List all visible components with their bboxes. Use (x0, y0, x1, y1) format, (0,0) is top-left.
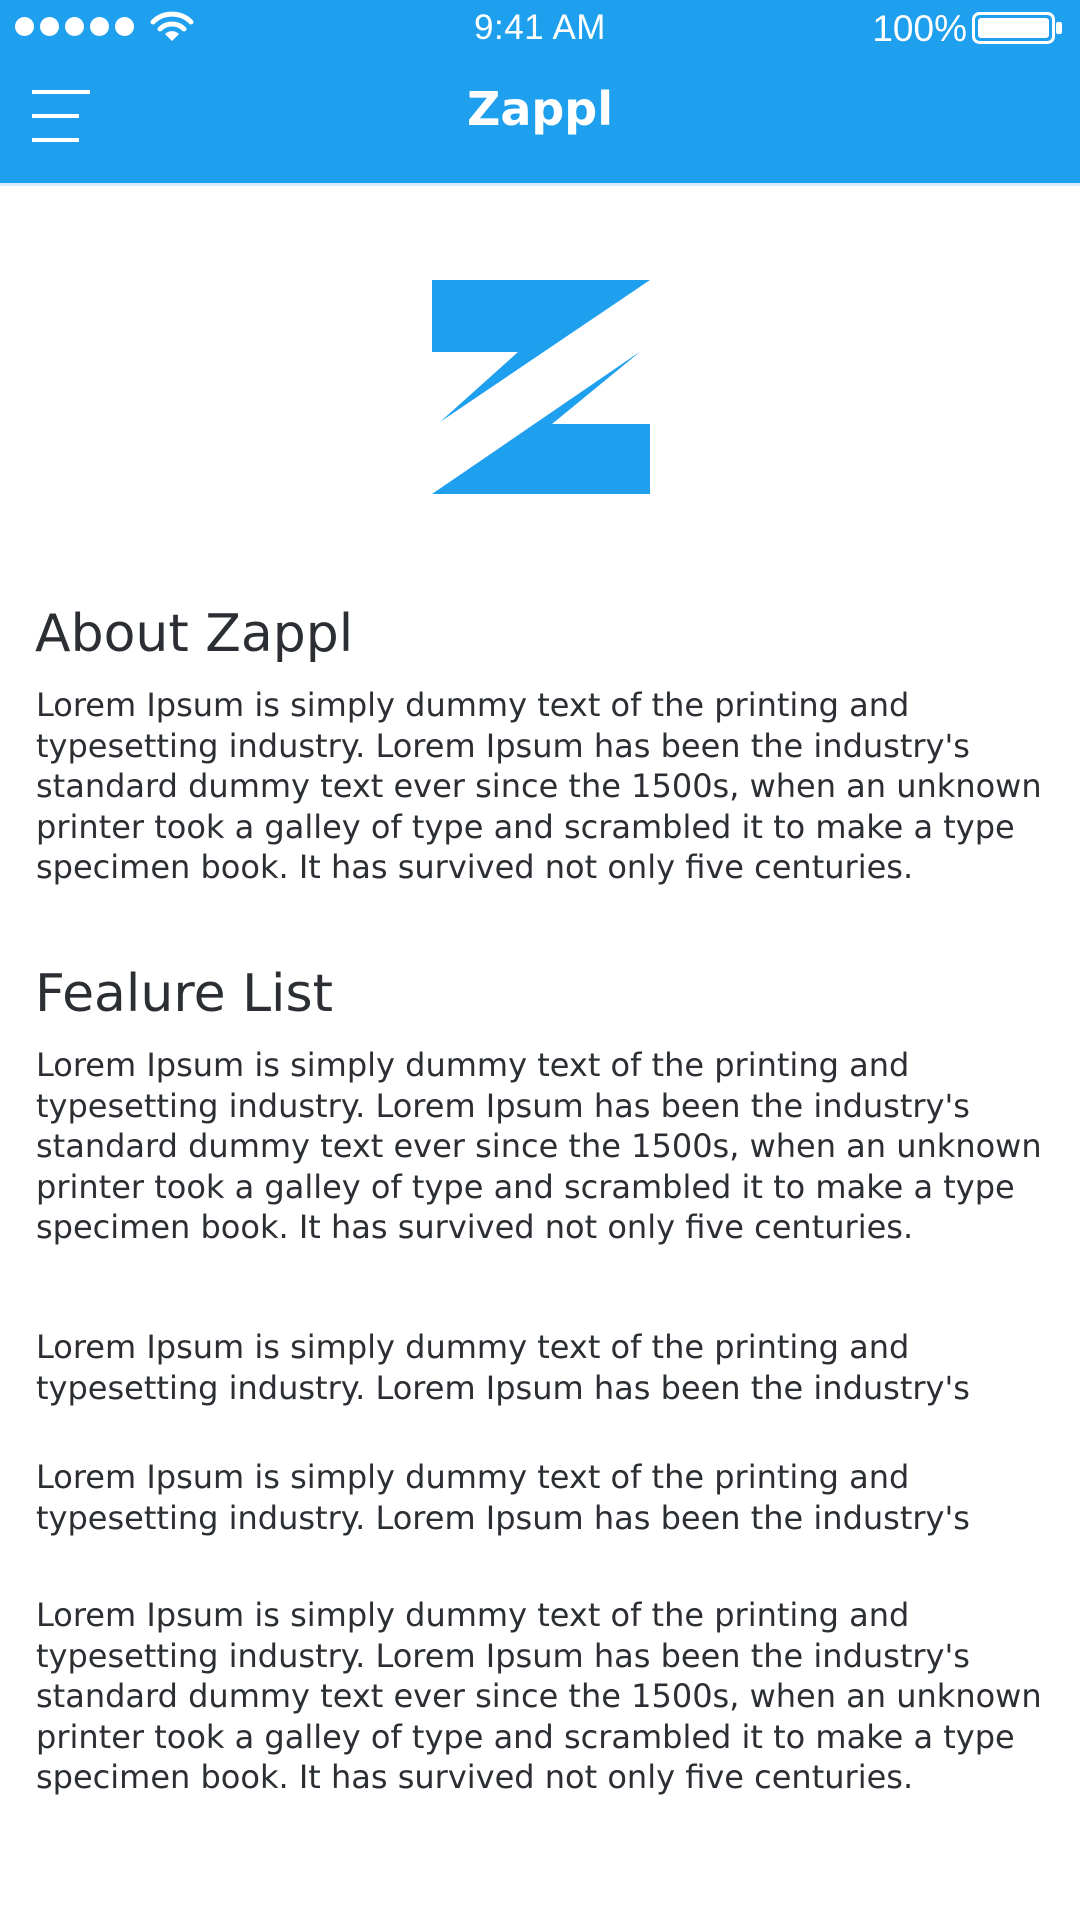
app-title: Zappl (466, 82, 614, 136)
zappl-z-logo-icon (432, 280, 650, 494)
feature-item: Lorem Ipsum is simply dummy text of the … (36, 1046, 1042, 1246)
app-header: 9:41 AM 100% Zappl (0, 0, 1080, 183)
feature-item: Lorem Ipsum is simply dummy text of the … (36, 1458, 970, 1537)
about-text: Lorem Ipsum is simply dummy text of the … (36, 686, 1042, 886)
about-heading: About Zappl (35, 604, 354, 664)
status-bar: 9:41 AM 100% (0, 0, 1080, 56)
feature-item: Lorem Ipsum is simply dummy text of the … (36, 1596, 1042, 1796)
battery-percent: 100% (872, 8, 967, 49)
feature-list-heading: Fealure List (35, 964, 333, 1024)
header-divider (0, 183, 1080, 186)
feature-item: Lorem Ipsum is simply dummy text of the … (36, 1328, 970, 1407)
hamburger-menu-icon (32, 138, 79, 142)
battery-icon (972, 12, 1062, 44)
